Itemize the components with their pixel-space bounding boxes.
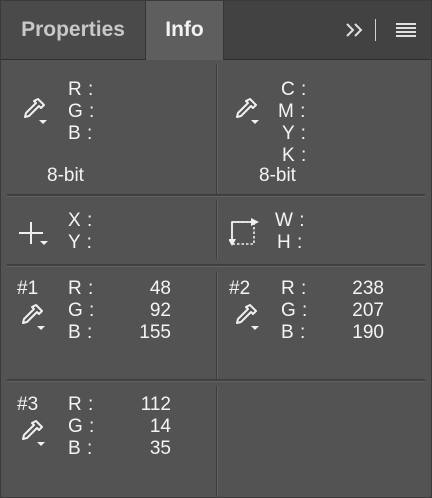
- sampler-2-value-r: 238: [352, 278, 384, 299]
- tab-info[interactable]: Info: [146, 1, 224, 60]
- sampler-2-id: #2: [229, 278, 251, 299]
- toolbar-divider: [375, 19, 376, 41]
- eyedropper-icon[interactable]: [231, 302, 261, 337]
- size-label-h: H :: [277, 232, 303, 253]
- column-divider: [216, 271, 218, 379]
- section-divider: [7, 264, 425, 267]
- sampler-3-label-b: B :: [68, 438, 93, 459]
- eyedropper-icon[interactable]: [19, 96, 49, 131]
- rgb-label-b: B :: [68, 123, 93, 144]
- selection-size-icon[interactable]: [228, 214, 263, 253]
- sampler-2-label-b: B :: [281, 322, 306, 343]
- sampler-2-value-b: 190: [352, 322, 384, 343]
- sampler-1-value-b: 155: [139, 322, 171, 343]
- sampler-1-label-b: B :: [68, 322, 93, 343]
- rgb-label-g: G :: [68, 101, 95, 122]
- crosshair-icon[interactable]: [17, 220, 51, 255]
- cmyk-label-c: C :: [281, 79, 307, 100]
- sampler-2-value-g: 207: [352, 300, 384, 321]
- column-divider: [216, 386, 218, 497]
- sampler-2-label-g: G :: [281, 300, 308, 321]
- double-chevron-right-icon[interactable]: [343, 17, 369, 43]
- cmyk-label-y: Y :: [282, 123, 307, 144]
- eyedropper-icon[interactable]: [17, 302, 47, 337]
- sampler-3-value-g: 14: [149, 416, 171, 437]
- rgb-label-r: R :: [68, 79, 94, 100]
- eyedropper-icon[interactable]: [17, 418, 47, 453]
- sampler-1-label-r: R :: [68, 278, 94, 299]
- tab-properties[interactable]: Properties: [1, 1, 146, 59]
- sampler-3-value-b: 35: [149, 438, 171, 459]
- sampler-1-label-g: G :: [68, 300, 95, 321]
- position-label-y: Y :: [68, 232, 93, 253]
- sampler-3-label-g: G :: [68, 416, 95, 437]
- cmyk-label-m: M :: [278, 101, 306, 122]
- hamburger-menu-icon[interactable]: [393, 19, 419, 41]
- cmyk-label-k: K :: [282, 145, 307, 166]
- panel-tab-bar: Properties Info: [1, 1, 431, 60]
- size-label-w: W :: [275, 210, 305, 231]
- column-divider: [216, 64, 218, 194]
- section-divider: [7, 194, 425, 197]
- sampler-1-id: #1: [17, 278, 39, 299]
- column-divider: [216, 201, 218, 259]
- sampler-3-label-r: R :: [68, 394, 94, 415]
- eyedropper-icon[interactable]: [231, 96, 261, 131]
- cmyk-bit-depth[interactable]: 8-bit: [259, 165, 296, 187]
- rgb-bit-depth[interactable]: 8-bit: [47, 165, 84, 187]
- sampler-3-id: #3: [17, 394, 39, 415]
- info-panel: Properties Info R: G: B: 8-bit C: M …: [0, 0, 432, 498]
- sampler-1-value-g: 92: [149, 300, 171, 321]
- position-label-x: X :: [68, 210, 93, 231]
- sampler-1-value-r: 48: [149, 278, 171, 299]
- sampler-3-value-r: 112: [140, 394, 171, 415]
- info-content: R : G : B : 8-bit C : M : Y : K : 8-bit …: [1, 60, 431, 497]
- sampler-2-label-r: R :: [281, 278, 307, 299]
- section-divider: [7, 379, 425, 382]
